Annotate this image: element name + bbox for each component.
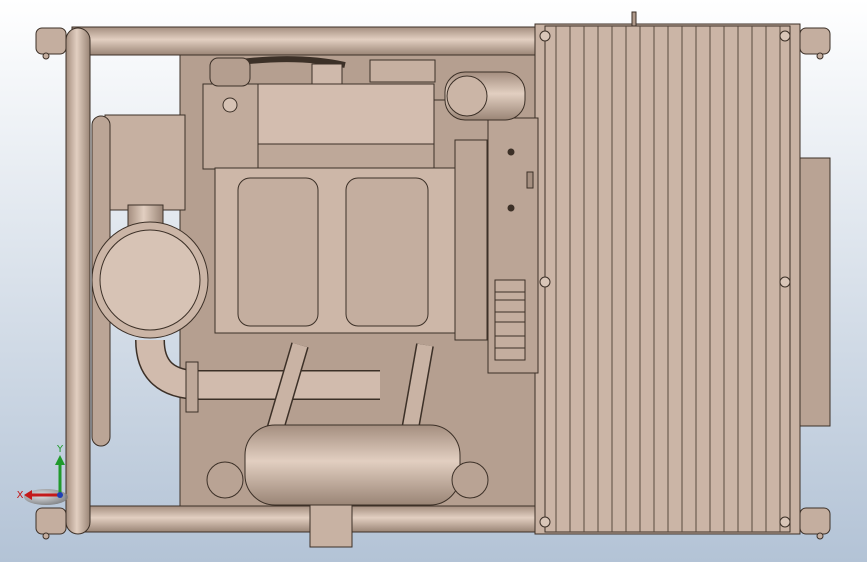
cylinder-head-cover[interactable] <box>257 83 435 145</box>
starter-motor[interactable] <box>209 57 251 87</box>
exhaust-outlet[interactable] <box>309 504 353 548</box>
air-filter-housing[interactable] <box>104 114 186 211</box>
electrical-connector[interactable] <box>494 279 526 361</box>
air-filter-cap <box>99 229 201 331</box>
injector-housing[interactable] <box>202 83 259 170</box>
throttle-linkage[interactable] <box>369 59 436 83</box>
radiator-heatsink[interactable] <box>534 11 801 535</box>
exhaust-flange <box>185 361 199 413</box>
cylinder-cover-left[interactable] <box>237 177 319 327</box>
heatsink-bolt <box>539 30 551 42</box>
panel-screw <box>507 204 515 212</box>
x-axis-label: X <box>17 490 24 501</box>
muffler[interactable] <box>244 424 461 506</box>
panel-switch[interactable] <box>526 171 534 189</box>
left-frame-rail[interactable] <box>65 27 91 535</box>
cad-model-view[interactable]: Y X <box>0 0 867 562</box>
heatsink-bolt <box>539 516 551 528</box>
z-axis-dot <box>57 492 63 498</box>
heatsink-bolt <box>779 30 791 42</box>
cylinder-head[interactable] <box>257 143 435 171</box>
top-frame-rail[interactable] <box>71 26 543 56</box>
alternator-pulley[interactable] <box>446 75 488 117</box>
vibration-mount <box>451 461 489 499</box>
vibration-mount <box>206 461 244 499</box>
y-axis-label: Y <box>56 444 64 455</box>
bottom-frame-rail[interactable] <box>71 505 543 533</box>
heatsink-bolt <box>779 276 791 288</box>
heatsink-bolt <box>779 516 791 528</box>
rear-cooling-block[interactable] <box>799 157 831 427</box>
fuel-pump[interactable] <box>311 63 343 85</box>
heatsink-tab <box>631 11 637 27</box>
gear-case[interactable] <box>454 139 488 341</box>
cad-viewport[interactable]: Y X <box>0 0 867 562</box>
panel-screw <box>507 148 515 156</box>
heatsink-bolt <box>539 276 551 288</box>
hex-nut <box>222 97 238 113</box>
cylinder-cover-right[interactable] <box>345 177 429 327</box>
